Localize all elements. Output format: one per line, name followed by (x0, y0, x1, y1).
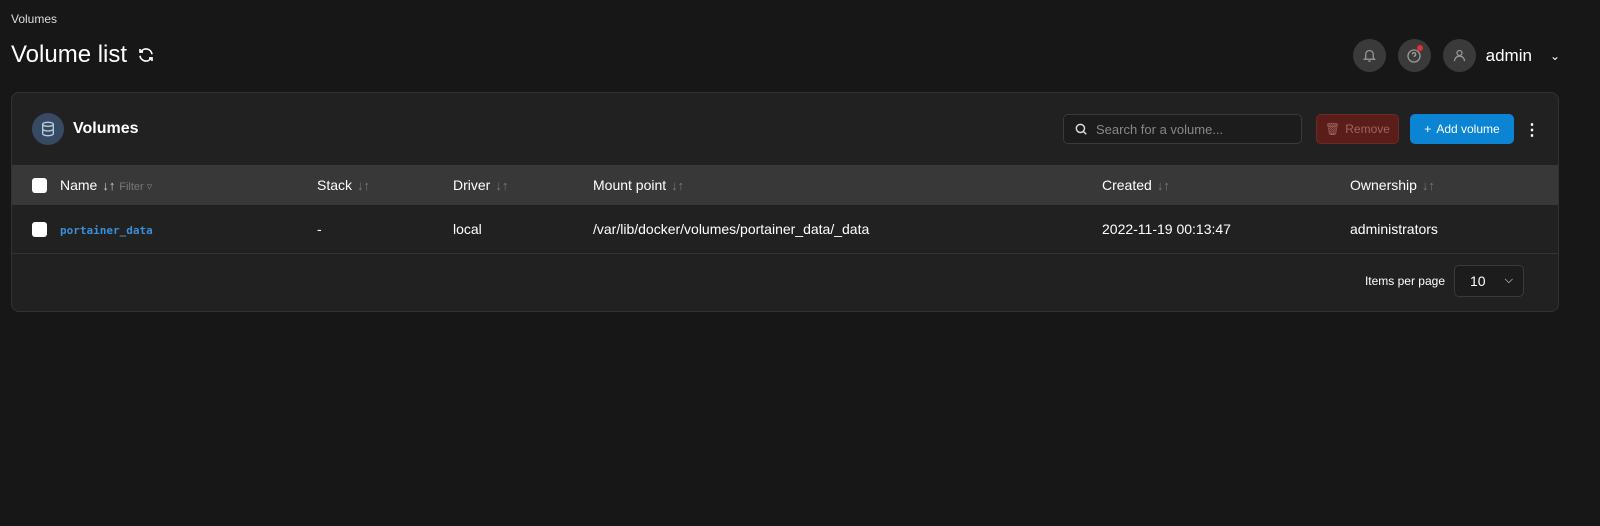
refresh-icon[interactable] (137, 46, 155, 64)
driver-cell: local (453, 220, 482, 237)
column-label: Ownership (1350, 177, 1417, 193)
remove-button[interactable]: 🗑 Remove (1316, 114, 1399, 144)
avatar[interactable] (1442, 39, 1476, 72)
more-options-icon[interactable]: ⋮ (1524, 120, 1540, 140)
header-actions: admin ⌄ (1352, 39, 1560, 72)
table-row: portainer_data - local /var/lib/docker/v… (12, 205, 1558, 253)
stack-cell: - (317, 220, 322, 237)
items-per-page-select[interactable]: 10 ⌵ (1454, 264, 1524, 297)
mount-point-cell: /var/lib/docker/volumes/portainer_data/_… (593, 220, 870, 237)
items-per-page-value: 10 (1470, 272, 1486, 289)
sort-icon[interactable]: ↓↑ (495, 178, 508, 193)
card-title: Volumes (73, 120, 139, 137)
user-name[interactable]: admin (1486, 46, 1532, 66)
column-stack[interactable]: Stack ↓↑ (317, 165, 453, 205)
add-label: Add volume (1436, 122, 1500, 136)
column-driver[interactable]: Driver ↓↑ (453, 165, 593, 205)
column-created[interactable]: Created ↓↑ (1102, 165, 1350, 205)
pagination: Items per page 10 ⌵ (12, 254, 1558, 297)
notifications-button[interactable] (1352, 39, 1386, 72)
column-label: Driver (453, 177, 491, 193)
column-name[interactable]: Name ↓↑ Filter ▿ (60, 165, 317, 205)
select-all-checkbox[interactable] (32, 178, 47, 194)
items-per-page-label: Items per page (1364, 273, 1445, 288)
add-volume-button[interactable]: + Add volume (1410, 114, 1514, 144)
sort-icon[interactable]: ↓↑ (671, 178, 684, 193)
database-icon (32, 113, 64, 145)
search-icon (1075, 123, 1087, 135)
search-box[interactable] (1063, 114, 1302, 144)
column-label: Mount point (593, 177, 667, 193)
volume-name-link[interactable]: portainer_data (60, 224, 153, 237)
sort-icon[interactable]: ↓↑ (357, 178, 370, 193)
chevron-down-icon: ⌵ (1504, 274, 1513, 286)
column-label: Name (60, 177, 98, 193)
volumes-table: Name ↓↑ Filter ▿ Stack ↓↑ Driver ↓↑ Mount p… (12, 165, 1558, 254)
sort-icon[interactable]: ↓↑ (102, 178, 115, 193)
filter-label: Filter (119, 181, 144, 193)
page-title: Volume list (11, 41, 155, 69)
help-button[interactable] (1397, 39, 1431, 72)
column-ownership[interactable]: Ownership ↓↑ (1350, 165, 1558, 205)
row-checkbox[interactable] (32, 222, 47, 238)
trash-icon: 🗑 (1325, 122, 1341, 136)
chevron-down-icon[interactable]: ⌄ (1550, 49, 1560, 63)
notification-dot (1416, 45, 1423, 51)
breadcrumb[interactable]: Volumes (11, 12, 57, 26)
plus-icon: + (1424, 122, 1432, 136)
user-icon (1453, 49, 1465, 62)
ownership-cell: administrators (1350, 220, 1438, 237)
column-mount-point[interactable]: Mount point ↓↑ (593, 165, 1102, 205)
column-label: Created (1102, 177, 1152, 193)
page-title-text: Volume list (11, 41, 128, 68)
created-cell: 2022-11-19 00:13:47 (1102, 220, 1231, 237)
table-header-row: Name ↓↑ Filter ▿ Stack ↓↑ Driver ↓↑ Mount p… (12, 165, 1558, 205)
filter-icon: ▿ (146, 181, 153, 193)
remove-label: Remove (1345, 122, 1390, 136)
filter-button[interactable]: Filter ▿ (119, 181, 152, 193)
sort-icon[interactable]: ↓↑ (1157, 178, 1170, 193)
volumes-card: Volumes 🗑 Remove + Add volume ⋮ Name ↓↑ Fil… (11, 92, 1559, 312)
bell-icon (1362, 49, 1376, 62)
column-label: Stack (317, 177, 353, 193)
sort-icon[interactable]: ↓↑ (1422, 178, 1435, 193)
search-input[interactable] (1096, 121, 1286, 137)
